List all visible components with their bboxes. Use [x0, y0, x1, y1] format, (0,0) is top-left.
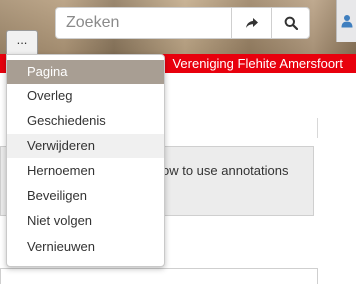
menu-item-geschiedenis[interactable]: Geschiedenis: [7, 109, 164, 133]
menu-item-hernoemen[interactable]: Hernoemen: [7, 159, 164, 183]
user-menu-button[interactable]: [336, 0, 356, 42]
magnifier-icon: [284, 16, 298, 30]
user-icon: [341, 15, 352, 28]
share-arrow-icon: [245, 18, 258, 28]
search-input[interactable]: [56, 8, 231, 38]
actions-dropdown-menu: Pagina Overleg Geschiedenis Verwijderen …: [6, 54, 165, 267]
menu-item-niet-volgen[interactable]: Niet volgen: [7, 209, 164, 233]
menu-item-pagina[interactable]: Pagina: [7, 60, 164, 84]
search-group: [55, 7, 310, 39]
content-box: [0, 268, 318, 284]
site-title[interactable]: Vereniging Flehite Amersfoort: [172, 54, 343, 73]
menu-item-vernieuwen[interactable]: Vernieuwen: [7, 235, 164, 259]
more-actions-button[interactable]: ...: [6, 30, 38, 54]
content-divider: [317, 118, 318, 138]
go-button[interactable]: [231, 8, 271, 38]
menu-item-beveiligen[interactable]: Beveiligen: [7, 184, 164, 208]
menu-item-overleg[interactable]: Overleg: [7, 84, 164, 108]
info-text: ow to use annotations: [162, 163, 289, 178]
menu-item-verwijderen[interactable]: Verwijderen: [7, 134, 164, 158]
search-button[interactable]: [271, 8, 309, 38]
